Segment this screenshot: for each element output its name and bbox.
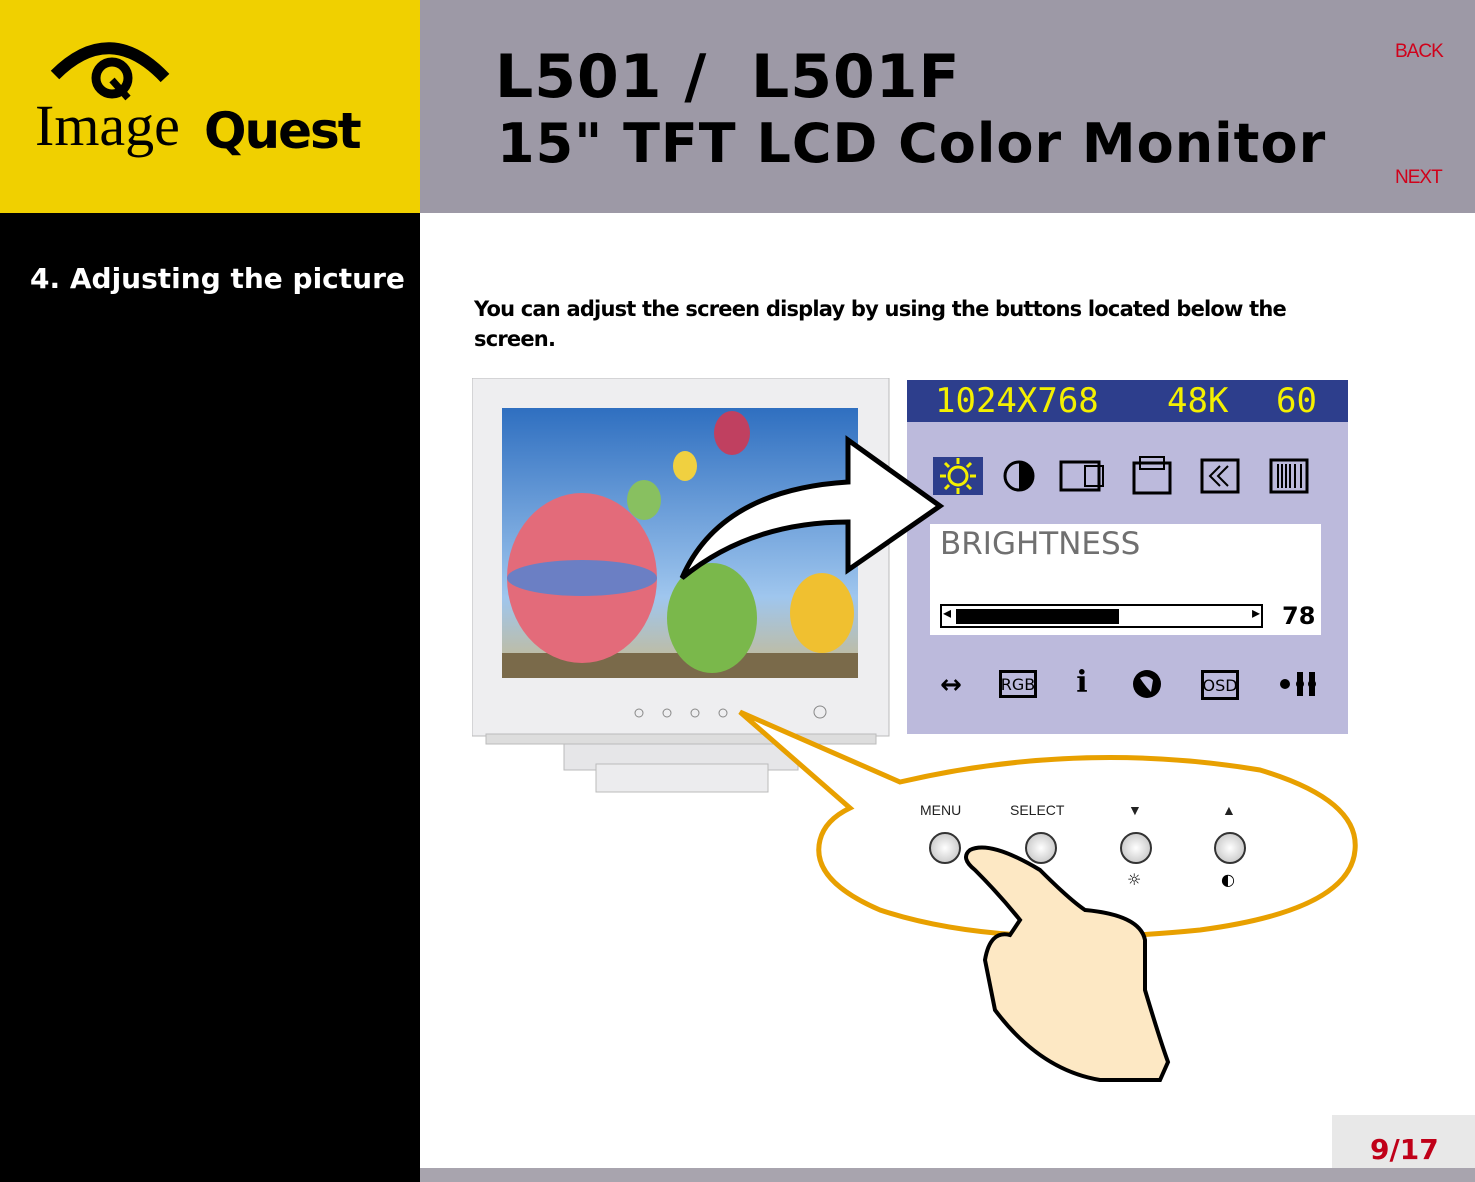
- bottom-bar: [420, 1168, 1475, 1182]
- illustration-overlay: [679, 435, 1358, 1082]
- menu-button[interactable]: [929, 832, 961, 864]
- select-label: SELECT: [1010, 802, 1065, 818]
- up-button[interactable]: [1214, 832, 1246, 864]
- brightness-small-icon: ☼: [1127, 870, 1142, 889]
- select-button[interactable]: [1025, 832, 1057, 864]
- menu-label: MENU: [920, 802, 962, 818]
- up-label: ▲: [1222, 802, 1236, 818]
- page-indicator: 9/17: [1332, 1115, 1475, 1168]
- pointer-arrow: [679, 435, 945, 580]
- contrast-small-icon: ◐: [1221, 870, 1235, 889]
- down-label: ▼: [1128, 802, 1142, 818]
- page-number: 9/17: [1370, 1133, 1439, 1166]
- down-button[interactable]: [1120, 832, 1152, 864]
